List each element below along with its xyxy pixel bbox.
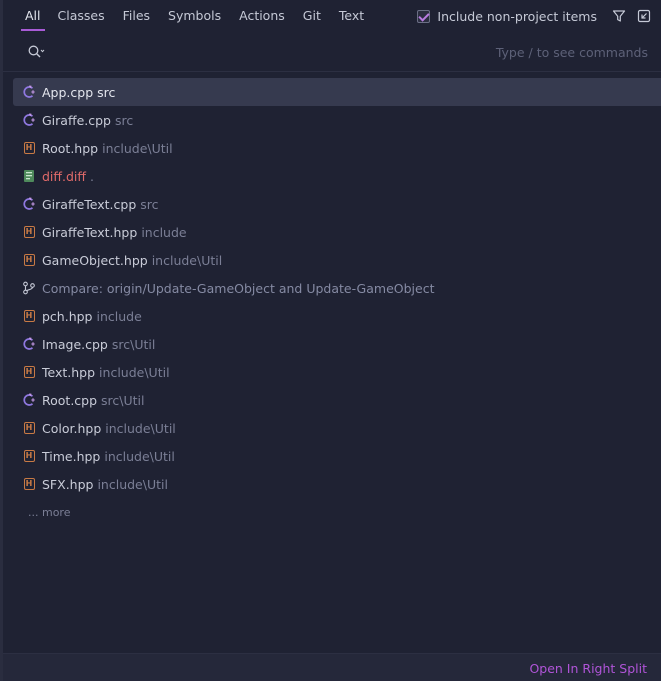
results-list: App.cpp src Giraffe.cpp src H Root.hpp include… <box>13 78 661 498</box>
result-path: include\Util <box>99 364 170 380</box>
search-input[interactable] <box>53 42 483 64</box>
result-path: include\Util <box>97 476 168 492</box>
result-item[interactable]: App.cpp src <box>13 78 661 106</box>
hpp-file-icon: H <box>22 253 36 267</box>
result-name: pch.hpp <box>42 308 93 324</box>
filter-icon[interactable] <box>611 8 627 24</box>
hpp-file-icon: H <box>22 309 36 323</box>
result-path: include <box>141 224 187 240</box>
result-item[interactable]: H GiraffeText.hpp include <box>13 218 661 246</box>
hpp-file-icon: H <box>22 365 36 379</box>
hpp-file-icon: H <box>22 477 36 491</box>
result-path: include\Util <box>105 420 176 436</box>
cpp-file-icon <box>22 197 36 211</box>
result-item[interactable]: H SFX.hpp include\Util <box>13 470 661 498</box>
result-item[interactable]: H GameObject.hpp include\Util <box>13 246 661 274</box>
result-name: Compare: origin/Update-GameObject and Up… <box>42 280 435 296</box>
result-item[interactable]: H Text.hpp include\Util <box>13 358 661 386</box>
result-name: Image.cpp <box>42 336 108 352</box>
result-name: App.cpp <box>42 84 94 100</box>
result-path: src <box>97 84 116 100</box>
popup-footer: Open In Right Split <box>3 653 661 681</box>
result-name: GameObject.hpp <box>42 252 148 268</box>
include-non-project-label[interactable]: Include non-project items <box>437 9 597 24</box>
search-icon[interactable] <box>27 44 45 60</box>
result-name: Time.hpp <box>42 448 101 464</box>
result-name: GiraffeText.hpp <box>42 224 138 240</box>
open-in-right-split-link[interactable]: Open In Right Split <box>529 661 647 676</box>
cpp-file-icon <box>22 85 36 99</box>
result-name: GiraffeText.cpp <box>42 196 137 212</box>
result-path: src\Util <box>101 392 145 408</box>
hpp-file-icon: H <box>22 141 36 155</box>
result-item[interactable]: H Time.hpp include\Util <box>13 442 661 470</box>
result-item[interactable]: H Root.hpp include\Util <box>13 134 661 162</box>
cpp-file-icon <box>22 337 36 351</box>
result-item[interactable]: Image.cpp src\Util <box>13 330 661 358</box>
result-path: include\Util <box>151 252 223 268</box>
result-item[interactable]: GiraffeText.cpp src <box>13 190 661 218</box>
search-everywhere-popup: All Classes Files Symbols Actions Git Te… <box>0 0 661 681</box>
result-item[interactable]: Hpch.hpp include <box>13 302 661 330</box>
more-results-link[interactable]: ... more <box>28 506 70 519</box>
result-item[interactable]: Giraffe.cpp src <box>13 106 661 134</box>
hpp-file-icon: H <box>22 225 36 239</box>
result-item[interactable]: diff.diff. <box>13 162 661 190</box>
result-name: Root.hpp <box>42 140 99 156</box>
result-name: Giraffe.cpp <box>42 112 111 128</box>
diff-file-icon <box>22 169 36 183</box>
cpp-file-icon <box>22 113 36 127</box>
result-name: Text.hpp <box>42 364 96 380</box>
git-compare-icon <box>22 281 36 295</box>
result-path: include\Util <box>104 448 175 464</box>
result-name: Color.hpp <box>42 420 102 436</box>
result-path: src <box>140 196 159 212</box>
result-path: include <box>96 308 142 324</box>
result-item[interactable]: H Color.hpp include\Util <box>13 414 661 442</box>
tab-actions[interactable]: Actions <box>230 0 294 32</box>
tab-files[interactable]: Files <box>114 0 159 32</box>
result-name: SFX.hpp <box>42 476 94 492</box>
preview-toggle-icon[interactable] <box>636 8 652 24</box>
hpp-file-icon: H <box>22 421 36 435</box>
result-path: src <box>114 112 134 128</box>
scope-tabs: All Classes Files Symbols Actions Git Te… <box>3 0 661 32</box>
tab-text[interactable]: Text <box>330 0 373 32</box>
tab-classes[interactable]: Classes <box>49 0 114 32</box>
result-path: . <box>90 168 94 184</box>
result-item[interactable]: Root.cpp src\Util <box>13 386 661 414</box>
tab-git[interactable]: Git <box>294 0 330 32</box>
tab-all[interactable]: All <box>17 0 49 32</box>
result-name: diff.diff <box>42 168 87 184</box>
result-name: Root.cpp <box>42 392 98 408</box>
tab-symbols[interactable]: Symbols <box>159 0 230 32</box>
tabs-toolbar: Include non-project items <box>417 0 661 32</box>
result-path: include\Util <box>102 140 173 156</box>
cpp-file-icon <box>22 393 36 407</box>
commands-hint: Type / to see commands <box>495 45 648 60</box>
search-bar: Type / to see commands <box>3 34 661 72</box>
hpp-file-icon: H <box>22 449 36 463</box>
result-item[interactable]: Compare: origin/Update-GameObject and Up… <box>13 274 661 302</box>
include-non-project-checkbox[interactable] <box>417 9 431 23</box>
result-path: src\Util <box>111 336 156 352</box>
